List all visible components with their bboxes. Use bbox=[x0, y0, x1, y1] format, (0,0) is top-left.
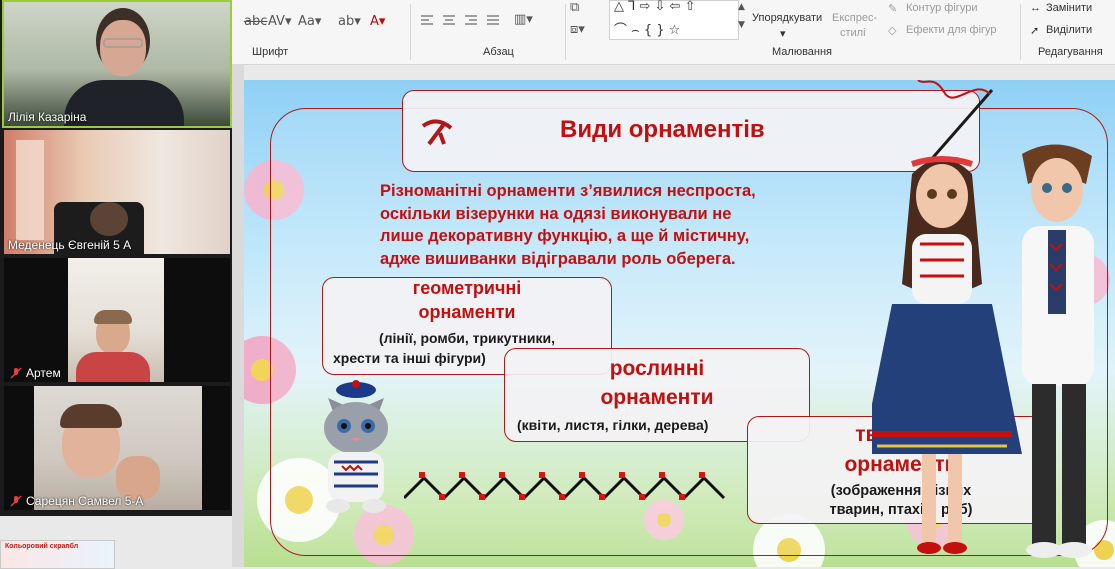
shape-outline-button[interactable]: Контур фігури bbox=[906, 2, 977, 14]
couple-illustration bbox=[872, 144, 1094, 558]
participant-face bbox=[100, 20, 146, 76]
align-buttons-icon[interactable] bbox=[420, 14, 505, 28]
intro-line: лише декоративну функцію, а ще й містичн… bbox=[380, 227, 750, 245]
group-paragraph-label: Абзац bbox=[483, 46, 514, 58]
shape-effects-icon: ◇ bbox=[888, 25, 897, 37]
intro-line: Різноманітні орнаменти з’явилися неспрос… bbox=[380, 182, 756, 200]
arrange-small-icon[interactable]: ⧉ bbox=[570, 0, 579, 15]
ribbon-divider bbox=[565, 4, 566, 60]
group-drawing-label: Малювання bbox=[772, 46, 833, 58]
highlight-color-icon[interactable]: ab▾ bbox=[338, 14, 361, 29]
participant-hair bbox=[94, 310, 132, 324]
columns-icon[interactable]: ▥▾ bbox=[514, 12, 533, 27]
replace-button[interactable]: Замінити bbox=[1046, 2, 1092, 14]
participant-name: Лілія Казаріна bbox=[8, 110, 87, 124]
box-title: орнаменти bbox=[418, 302, 516, 322]
slide-thumbnail-pane bbox=[232, 64, 244, 567]
font-color-icon[interactable]: A▾ bbox=[370, 14, 385, 29]
ornament-symbol-icon bbox=[421, 119, 453, 146]
box-title: геометричні bbox=[412, 278, 522, 298]
video-tile[interactable]: Лілія Казаріна bbox=[2, 0, 232, 128]
intro-line: адже вишиванки відігравали роль оберега. bbox=[380, 249, 736, 268]
box-title: орнаменти bbox=[600, 386, 714, 409]
slide-thumbnail-title: Кольоровий скрапбл bbox=[5, 543, 79, 550]
mic-muted-icon bbox=[10, 367, 22, 379]
box-title: рослинні bbox=[609, 357, 705, 380]
video-tile[interactable]: Сарецян Самвел 5-А bbox=[4, 386, 230, 510]
shape-outline-icon: ✎ bbox=[888, 3, 898, 15]
participant-body bbox=[76, 352, 150, 382]
participant-name: Меденець Євгеній 5 А bbox=[8, 238, 132, 252]
window-curtain bbox=[16, 140, 44, 240]
strikethrough-icon[interactable]: a̶b̶c̶ bbox=[244, 14, 267, 29]
shapes-gallery[interactable]: △ ⅂ ⇨ ⇩ ⇦ ⇧ ⌒ ⌢ { } ☆ bbox=[609, 0, 739, 40]
box-description: (лінії, ромби, трикутники, bbox=[378, 330, 556, 346]
smartart-icon[interactable]: ⧈▾ bbox=[570, 22, 585, 37]
quick-styles-label-2: стилі bbox=[840, 27, 866, 39]
slide-thumbnail[interactable]: Кольоровий скрапбл bbox=[0, 540, 115, 569]
shape-effects-button[interactable]: Ефекти для фігур bbox=[906, 24, 997, 36]
intro-paragraph: Різноманітні орнаменти з’явилися неспрос… bbox=[380, 180, 756, 270]
group-font-label: Шрифт bbox=[252, 46, 289, 58]
embroidery-pattern bbox=[404, 472, 726, 501]
select-button[interactable]: Виділити bbox=[1046, 24, 1092, 36]
slide-canvas[interactable]: Види орнаментів Різноманітні орнаменти з… bbox=[244, 80, 1115, 567]
participant-name: Артем bbox=[26, 366, 61, 380]
ribbon-divider bbox=[1020, 4, 1021, 60]
video-tile[interactable]: Артем bbox=[4, 258, 230, 382]
replace-icon: ↔ bbox=[1030, 2, 1041, 14]
change-case-icon[interactable]: Aa▾ bbox=[298, 14, 321, 29]
glasses-icon bbox=[103, 38, 143, 48]
participant-head bbox=[90, 202, 128, 236]
group-editing-label: Редагування bbox=[1038, 46, 1103, 58]
gallery-more-icon[interactable]: ▼ bbox=[738, 20, 745, 30]
arrange-dropdown-icon[interactable]: ▾ bbox=[780, 27, 786, 40]
slide-title: Види орнаментів bbox=[560, 116, 765, 143]
participant-hair bbox=[60, 404, 122, 428]
arrange-button[interactable]: Упорядкувати bbox=[752, 12, 822, 24]
intro-line: оскільки візерунки на одязі виконували н… bbox=[380, 204, 732, 223]
video-tile[interactable]: Меденець Євгеній 5 А bbox=[4, 130, 230, 254]
select-cursor-icon: ➚ bbox=[1030, 25, 1040, 37]
quick-styles-button[interactable]: Експрес- bbox=[832, 12, 877, 24]
mic-muted-icon bbox=[10, 495, 22, 507]
participant-name: Сарецян Самвел 5-А bbox=[26, 494, 144, 508]
char-spacing-icon[interactable]: AV▾ bbox=[268, 14, 291, 29]
participants-panel: Лілія Казаріна Меденець Євгеній 5 А Арте… bbox=[0, 0, 232, 516]
kitten-illustration bbox=[324, 380, 388, 513]
ribbon-divider bbox=[410, 4, 411, 60]
gallery-scroll-up-icon[interactable]: ▲ bbox=[738, 2, 745, 12]
